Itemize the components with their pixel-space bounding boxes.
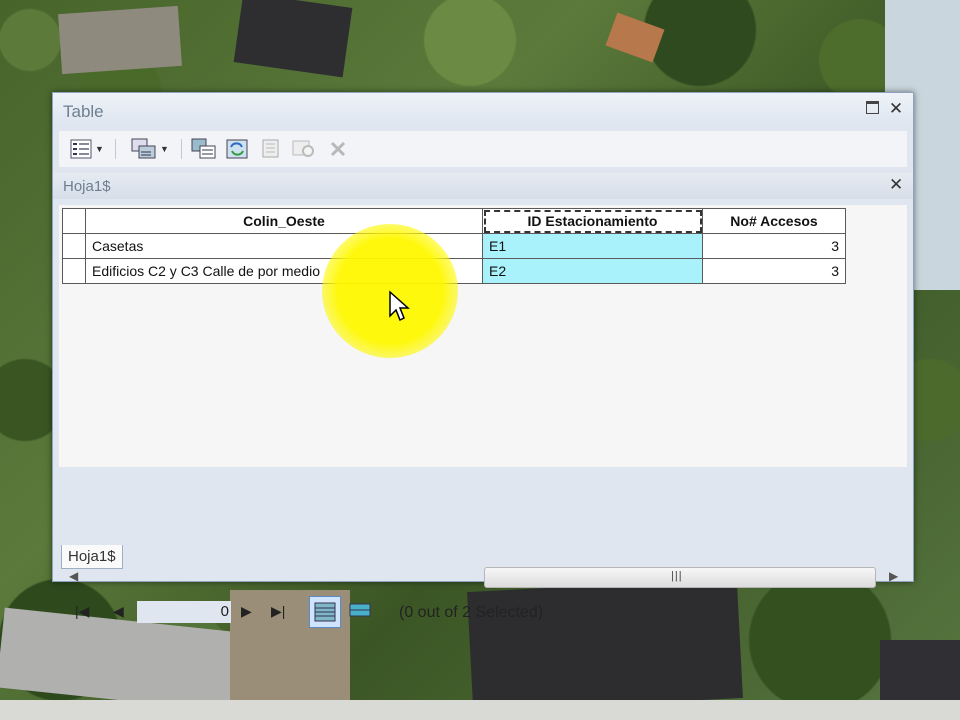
row-selector[interactable] bbox=[62, 258, 86, 284]
window-titlebar[interactable]: Table ✕ bbox=[53, 93, 913, 127]
table-toolbar: ▼ ▼ bbox=[59, 131, 907, 167]
column-header-no-accesos[interactable]: No# Accesos bbox=[702, 208, 846, 234]
show-all-records-icon bbox=[314, 602, 336, 622]
table-tab-title: Hoja1$ bbox=[63, 178, 111, 195]
map-building bbox=[58, 5, 182, 75]
scroll-left-icon[interactable]: ◀ bbox=[69, 569, 78, 583]
maximize-button[interactable] bbox=[863, 100, 881, 118]
previous-record-icon[interactable]: ◀ bbox=[113, 603, 124, 620]
last-record-icon[interactable]: ▶| bbox=[271, 603, 285, 620]
current-record-field[interactable]: 0 bbox=[137, 601, 231, 623]
table-options-button[interactable]: ▼ bbox=[67, 137, 107, 161]
table-cell[interactable]: 3 bbox=[702, 258, 846, 284]
table-tab-header: Hoja1$ ✕ bbox=[53, 173, 913, 199]
switch-selection-button[interactable] bbox=[223, 137, 253, 161]
column-header-id-estacionamiento[interactable]: ID Estacionamiento bbox=[482, 208, 703, 234]
selection-status: (0 out of 2 Selected) bbox=[399, 604, 544, 621]
row-selector[interactable] bbox=[62, 233, 86, 259]
header-row: Colin_Oeste ID Estacionamiento No# Acces… bbox=[62, 208, 846, 234]
scroll-right-icon[interactable]: ▶ bbox=[889, 569, 898, 583]
zoom-to-selected-icon bbox=[292, 140, 314, 157]
attribute-table-grid: Colin_Oeste ID Estacionamiento No# Acces… bbox=[59, 205, 907, 467]
clear-selection-button[interactable] bbox=[257, 137, 285, 161]
delete-selected-icon bbox=[330, 141, 346, 157]
scrollbar-thumb[interactable]: ||| bbox=[484, 567, 876, 588]
table-options-icon bbox=[70, 139, 92, 159]
close-table-tab-button[interactable]: ✕ bbox=[889, 175, 903, 195]
column-header-colin-oeste[interactable]: Colin_Oeste bbox=[85, 208, 483, 234]
select-by-attributes-icon bbox=[191, 138, 216, 159]
table-row[interactable]: Casetas E1 3 bbox=[62, 233, 846, 259]
grip-icon: ||| bbox=[671, 570, 683, 582]
show-selected-records-icon bbox=[349, 603, 371, 617]
toolbar-separator bbox=[181, 139, 182, 159]
row-selector-header[interactable] bbox=[62, 208, 86, 234]
next-record-icon[interactable]: ▶ bbox=[241, 603, 252, 620]
select-by-attributes-button[interactable] bbox=[189, 137, 219, 161]
related-tables-icon bbox=[131, 138, 156, 159]
sheet-tab-hoja1[interactable]: Hoja1$ bbox=[61, 545, 123, 569]
record-navigation-bar: |◀ ◀ 0 ▶ ▶| (0 out of 2 Selected) bbox=[59, 593, 907, 631]
switch-selection-icon bbox=[226, 139, 248, 159]
table-cell[interactable]: E1 bbox=[482, 233, 703, 259]
bottom-status-strip bbox=[0, 700, 960, 720]
table-cell[interactable]: 3 bbox=[702, 233, 846, 259]
toolbar-separator bbox=[115, 139, 116, 159]
window-title: Table bbox=[63, 102, 104, 121]
close-window-button[interactable]: ✕ bbox=[887, 100, 905, 118]
first-record-icon[interactable]: |◀ bbox=[75, 603, 89, 620]
mouse-pointer-icon bbox=[389, 290, 410, 322]
chevron-down-icon: ▼ bbox=[95, 144, 104, 154]
show-selected-records-button[interactable] bbox=[345, 596, 375, 626]
related-tables-button[interactable]: ▼ bbox=[127, 137, 173, 161]
zoom-to-selected-button[interactable] bbox=[289, 137, 319, 161]
delete-selected-button[interactable] bbox=[325, 137, 351, 161]
clear-selection-icon bbox=[262, 139, 279, 158]
maximize-icon bbox=[865, 101, 879, 114]
show-all-records-button[interactable] bbox=[309, 596, 341, 628]
table-cell[interactable]: E2 bbox=[482, 258, 703, 284]
horizontal-scrollbar[interactable]: ◀ ||| ▶ bbox=[59, 566, 907, 588]
chevron-down-icon: ▼ bbox=[160, 144, 169, 154]
table-window: Table ✕ ▼ ▼ Hoja1$ ✕ Colin_Oeste ID Esta… bbox=[52, 92, 914, 628]
